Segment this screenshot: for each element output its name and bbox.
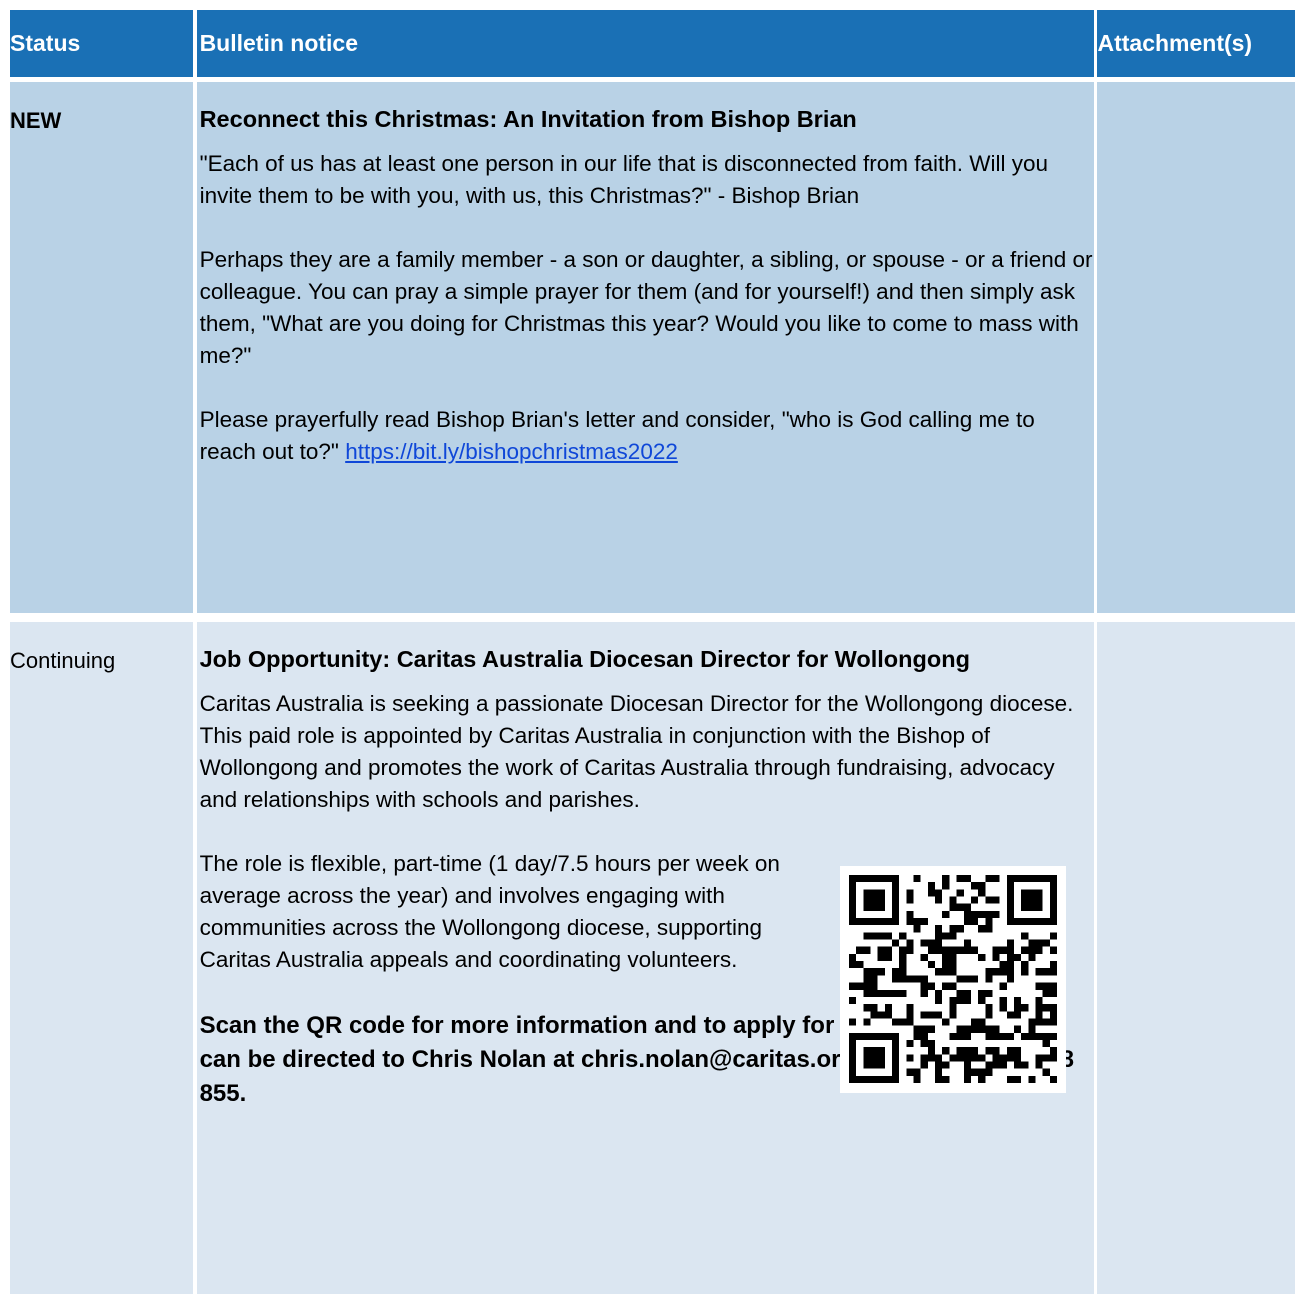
status-cell: Continuing xyxy=(10,622,193,1294)
attachment-cell xyxy=(1097,622,1295,1294)
notice-title: Reconnect this Christmas: An Invitation … xyxy=(199,106,857,132)
header-notice: Bulletin notice xyxy=(196,10,1095,77)
notice-paragraph: The role is flexible, part-time (1 day/7… xyxy=(199,851,780,972)
notice-paragraph: Caritas Australia is seeking a passionat… xyxy=(199,691,1074,812)
table-row: Continuing Job Opportunity: Caritas Aust… xyxy=(10,622,1295,1294)
status-cell: NEW xyxy=(10,82,193,613)
bulletin-table: Status Bulletin notice Attachment(s) NEW… xyxy=(10,10,1295,1294)
qr-code-icon xyxy=(840,866,1066,1093)
header-attachments: Attachment(s) xyxy=(1097,10,1295,77)
notice-cell: Reconnect this Christmas: An Invitation … xyxy=(196,82,1095,613)
bishop-letter-link[interactable]: https://bit.ly/bishopchristmas2022 xyxy=(345,439,678,464)
notice-paragraph: Perhaps they are a family member - a son… xyxy=(199,247,1093,368)
notice-title: Job Opportunity: Caritas Australia Dioce… xyxy=(199,646,970,672)
notice-paragraph: "Each of us has at least one person in o… xyxy=(199,151,1049,208)
notice-paragraph-with-link: Please prayerfully read Bishop Brian's l… xyxy=(200,404,1095,468)
table-header: Status Bulletin notice Attachment(s) xyxy=(10,10,1295,77)
table-row: NEW Reconnect this Christmas: An Invitat… xyxy=(10,82,1295,613)
header-status: Status xyxy=(10,10,193,77)
attachment-cell xyxy=(1097,82,1295,613)
